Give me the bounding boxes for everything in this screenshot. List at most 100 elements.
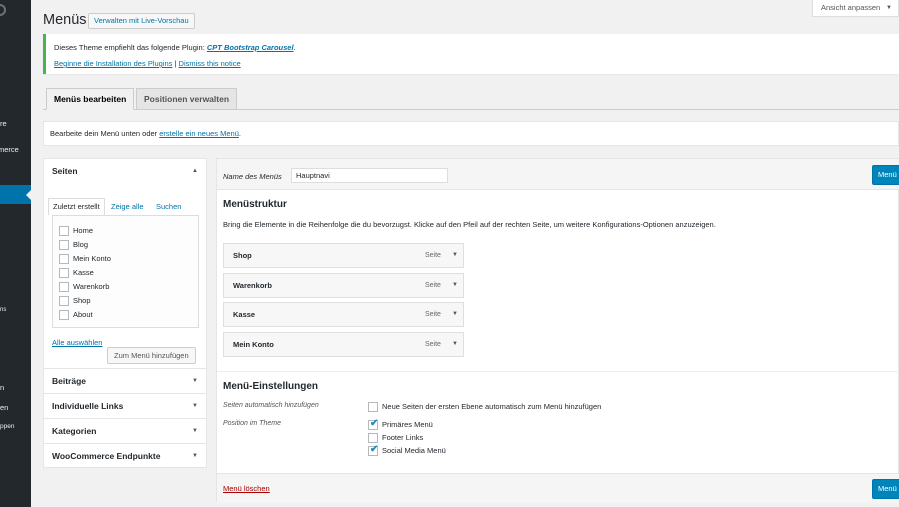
- list-item-label: About: [73, 310, 93, 319]
- sidebar-item[interactable]: ns: [0, 307, 6, 313]
- menu-structure-title: Menüstruktur: [223, 199, 287, 210]
- menu-item-title: Warenkorb: [233, 281, 272, 290]
- checkbox[interactable]: [59, 310, 69, 320]
- accordion-categories[interactable]: Kategorien ▼: [43, 418, 207, 443]
- checkbox[interactable]: [368, 402, 378, 412]
- notice-prefix: Dieses Theme empfiehlt das folgende Plug…: [54, 43, 207, 52]
- tab-most-recent[interactable]: Zuletzt erstellt: [48, 198, 105, 215]
- list-item-label: Mein Konto: [73, 254, 111, 263]
- install-plugin-link[interactable]: Beginne die Installation des Plugins: [54, 59, 172, 68]
- checkmark-icon: ✔: [370, 418, 379, 429]
- menu-name-input[interactable]: Hauptnavi: [291, 168, 448, 183]
- caret-down-icon: ▼: [886, 5, 892, 11]
- delete-menu-link[interactable]: Menü löschen: [223, 484, 270, 493]
- sidebar-item[interactable]: en: [0, 403, 8, 412]
- sidebar-item[interactable]: ppen: [0, 423, 14, 430]
- accordion-posts[interactable]: Beiträge ▼: [43, 368, 207, 393]
- menu-edit-panel: Name des Menüs Hauptnavi Menü Menüstrukt…: [216, 158, 899, 503]
- plugin-notice: Dieses Theme empfiehlt das folgende Plug…: [43, 34, 899, 74]
- checkbox[interactable]: [59, 296, 69, 306]
- accordion-woocommerce-endpoints[interactable]: WooCommerce Endpunkte ▼: [43, 443, 207, 468]
- select-all-link[interactable]: Alle auswählen: [52, 338, 102, 347]
- checkmark-icon: ✔: [370, 444, 379, 455]
- menu-item-title: Mein Konto: [233, 340, 274, 349]
- tab-view-all[interactable]: Zeige alle: [111, 199, 144, 216]
- caret-down-icon[interactable]: ▼: [452, 303, 458, 326]
- screen-options-label: Ansicht anpassen: [821, 3, 881, 12]
- list-item-label: Shop: [73, 296, 91, 305]
- wordpress-logo-icon[interactable]: [0, 4, 6, 16]
- admin-sidebar: re merce ns n en ppen: [0, 0, 31, 507]
- checkbox[interactable]: [59, 226, 69, 236]
- accordion-title: Kategorien: [52, 426, 97, 436]
- create-menu-link[interactable]: erstelle ein neues Menü: [159, 129, 239, 138]
- checkbox[interactable]: [59, 240, 69, 250]
- live-preview-button[interactable]: Verwalten mit Live-Vorschau: [88, 13, 195, 29]
- chevron-up-icon: ▲: [192, 168, 198, 174]
- add-to-menu-button[interactable]: Zum Menü hinzufügen: [107, 347, 196, 364]
- menu-item-type: Seite: [425, 252, 441, 259]
- main-content: Menüs Verwalten mit Live-Vorschau Ansich…: [31, 0, 899, 507]
- accordion-header-posts[interactable]: Beiträge ▼: [44, 369, 206, 394]
- list-item-label: Home: [73, 226, 94, 235]
- caret-down-icon[interactable]: ▼: [452, 333, 458, 356]
- accordion-title: WooCommerce Endpunkte: [52, 451, 161, 461]
- sidebar-item[interactable]: n: [0, 383, 4, 392]
- menu-item-title: Kasse: [233, 310, 256, 319]
- caret-down-icon[interactable]: ▼: [452, 274, 458, 297]
- page-title: Menüs: [43, 12, 87, 28]
- pages-checklist: Home Blog Mein Konto Kasse Warenkorb Sho…: [52, 215, 199, 328]
- tab-search[interactable]: Suchen: [156, 199, 181, 216]
- dismiss-notice-link[interactable]: Dismiss this notice: [179, 59, 241, 68]
- chevron-down-icon: ▼: [192, 403, 198, 409]
- checkbox[interactable]: [59, 268, 69, 278]
- accordion-custom-links[interactable]: Individuelle Links ▼: [43, 393, 207, 418]
- menu-settings-title: Menü-Einstellungen: [223, 381, 318, 392]
- manage-menus-description: Bearbeite dein Menü unten oder erstelle …: [43, 121, 899, 146]
- menu-structure-description: Bring die Elemente in die Reihenfolge di…: [223, 220, 716, 229]
- sidebar-item[interactable]: re: [0, 119, 7, 128]
- menu-item-type: Seite: [425, 341, 441, 348]
- save-menu-button-bottom[interactable]: Menü: [872, 479, 899, 499]
- caret-down-icon[interactable]: ▼: [452, 244, 458, 267]
- plugin-link[interactable]: CPT Bootstrap Carousel: [207, 43, 294, 52]
- location-option-label: Footer Links: [382, 433, 424, 442]
- menu-item-title: Shop: [233, 251, 252, 260]
- description-suffix: .: [238, 129, 241, 138]
- notice-text: Dieses Theme empfiehlt das folgende Plug…: [54, 43, 296, 52]
- menu-item-type: Seite: [425, 311, 441, 318]
- sidebar-item[interactable]: merce: [0, 145, 19, 154]
- menu-item[interactable]: Mein Konto Seite ▼: [223, 332, 464, 357]
- accordion-title: Seiten: [52, 166, 78, 176]
- tab-edit-menus[interactable]: Menüs bearbeiten: [46, 88, 135, 110]
- accordion-pages: Seiten ▲ Zuletzt erstellt Zeige alle Suc…: [43, 158, 207, 368]
- menu-item[interactable]: Shop Seite ▼: [223, 243, 464, 268]
- description-prefix: Bearbeite dein Menü unten oder: [50, 129, 160, 138]
- accordion-header-woocommerce-endpoints[interactable]: WooCommerce Endpunkte ▼: [44, 444, 206, 469]
- chevron-down-icon: ▼: [192, 428, 198, 434]
- accordion-header-categories[interactable]: Kategorien ▼: [44, 419, 206, 444]
- checkbox-checked[interactable]: ✔: [368, 418, 379, 430]
- menu-item[interactable]: Kasse Seite ▼: [223, 302, 464, 327]
- accordion-title: Beiträge: [52, 376, 87, 386]
- menu-footer: Menü löschen Menü: [217, 473, 899, 503]
- tab-manage-locations[interactable]: Positionen verwalten: [136, 88, 238, 110]
- menu-item[interactable]: Warenkorb Seite ▼: [223, 273, 464, 298]
- menu-header: Name des Menüs Hauptnavi Menü: [217, 159, 899, 190]
- checkbox[interactable]: [368, 433, 378, 443]
- notice-suffix: .: [293, 43, 296, 52]
- checkbox[interactable]: [59, 254, 69, 264]
- location-option-label: Social Media Menü: [382, 446, 446, 455]
- checkbox-checked[interactable]: ✔: [368, 444, 379, 456]
- save-menu-button[interactable]: Menü: [872, 165, 899, 185]
- accordion-header-pages[interactable]: Seiten ▲: [44, 159, 206, 184]
- list-item-label: Blog: [73, 240, 89, 249]
- location-option-label: Primäres Menü: [382, 420, 433, 429]
- accordion-header-custom-links[interactable]: Individuelle Links ▼: [44, 394, 206, 419]
- divider: [217, 371, 899, 372]
- menu-item-type: Seite: [425, 282, 441, 289]
- checkbox[interactable]: [59, 282, 69, 292]
- notice-actions: Beginne die Installation des Plugins | D…: [54, 59, 241, 68]
- screen-options-button[interactable]: Ansicht anpassen ▼: [812, 0, 899, 17]
- auto-add-option-label: Neue Seiten der ersten Ebene automatisch…: [382, 402, 602, 411]
